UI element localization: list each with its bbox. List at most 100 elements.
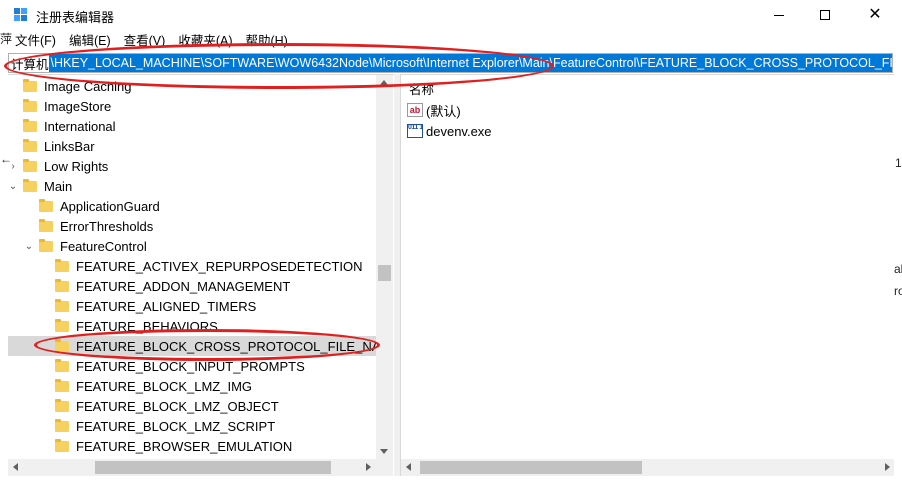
folder-icon xyxy=(55,298,69,312)
address-root-label: 计算机 xyxy=(11,57,49,72)
folder-icon xyxy=(39,238,53,252)
value-name: devenv.exe xyxy=(426,123,492,139)
folder-icon xyxy=(55,438,69,452)
folder-icon xyxy=(23,98,37,112)
tree-item[interactable]: FEATURE_ALIGNED_TIMERS xyxy=(8,296,376,316)
tree-item[interactable]: ErrorThresholds xyxy=(8,216,376,236)
folder-icon xyxy=(55,358,69,372)
tree-item[interactable]: FEATURE_BLOCK_LMZ_SCRIPT xyxy=(8,416,376,436)
scroll-right-icon[interactable] xyxy=(885,463,890,471)
folder-icon xyxy=(23,118,37,132)
key-tree: Image Caching ImageStore International L… xyxy=(8,75,376,459)
scroll-left-icon[interactable] xyxy=(13,463,18,471)
menu-edit[interactable]: 编辑(E) xyxy=(62,30,117,52)
title-bar: 注册表编辑器 ✕ xyxy=(0,0,902,30)
tree-item[interactable]: International xyxy=(8,116,376,136)
tree-item[interactable]: FEATURE_ACTIVEX_REPURPOSEDETECTION xyxy=(8,256,376,276)
column-header-name[interactable]: 名称 xyxy=(409,79,434,98)
maximize-button[interactable] xyxy=(802,0,848,30)
tree-item-label: FeatureControl xyxy=(60,238,147,254)
tree-item-label: International xyxy=(44,118,116,134)
tree-horizontal-scrollbar[interactable] xyxy=(8,459,376,476)
tree-item-label: Image Caching xyxy=(44,78,132,94)
values-horizontal-scrollbar[interactable] xyxy=(401,459,894,476)
tree-item-label: FEATURE_BLOCK_INPUT_PROMPTS xyxy=(76,358,305,374)
values-pane: 名称 ab (默认) 011 110 devenv.exe xyxy=(400,74,894,476)
folder-icon xyxy=(23,138,37,152)
scroll-thumb[interactable] xyxy=(420,461,642,474)
scroll-thumb[interactable] xyxy=(378,265,391,281)
folder-icon xyxy=(55,418,69,432)
folder-icon xyxy=(55,318,69,332)
tree-item[interactable]: ApplicationGuard xyxy=(8,196,376,216)
folder-icon xyxy=(23,178,37,192)
tree-item-label: LinksBar xyxy=(44,138,95,154)
chevron-down-icon[interactable]: ⌄ xyxy=(24,241,34,252)
tree-item-label: FEATURE_ALIGNED_TIMERS xyxy=(76,298,257,314)
tree-item[interactable]: › Low Rights xyxy=(8,156,376,176)
tree-item-label: FEATURE_BLOCK_LMZ_IMG xyxy=(76,378,253,394)
minimize-button[interactable] xyxy=(756,0,802,30)
folder-icon xyxy=(55,378,69,392)
background-edge-glyph: ← xyxy=(0,152,12,166)
tree-item-label: FEATURE_BLOCK_LMZ_SCRIPT xyxy=(76,418,276,434)
scroll-up-icon[interactable] xyxy=(380,80,388,85)
scroll-left-icon[interactable] xyxy=(406,463,411,471)
folder-icon xyxy=(23,158,37,172)
string-value-icon: ab xyxy=(407,103,423,117)
tree-item-label: FEATURE_BROWSER_EMULATION xyxy=(76,438,293,454)
tree-item[interactable]: FEATURE_BEHAVIORS xyxy=(8,316,376,336)
menu-file[interactable]: 文件(F) xyxy=(8,30,62,52)
tree-item[interactable]: FEATURE_BROWSER_EMULATION xyxy=(8,436,376,456)
tree-item[interactable]: ⌄ FeatureControl xyxy=(8,236,376,256)
tree-item[interactable]: FEATURE_BLOCK_LMZ_IMG xyxy=(8,376,376,396)
tree-item[interactable]: FEATURE_BLOCK_LMZ_OBJECT xyxy=(8,396,376,416)
binary-value-icon: 011 110 xyxy=(407,124,423,138)
address-bar[interactable]: 计算机 \HKEY_LOCAL_MACHINE\SOFTWARE\WOW6432… xyxy=(8,53,893,73)
folder-icon xyxy=(39,198,53,212)
folder-icon xyxy=(55,278,69,292)
folder-icon xyxy=(55,258,69,272)
tree-item-label: FEATURE_ADDON_MANAGEMENT xyxy=(76,278,291,294)
tree-item[interactable]: LinksBar xyxy=(8,136,376,156)
menu-bar: 文件(F) 编辑(E) 查看(V) 收藏夹(A) 帮助(H) xyxy=(0,30,902,52)
menu-favorites[interactable]: 收藏夹(A) xyxy=(171,30,238,52)
close-icon: ✕ xyxy=(868,6,882,23)
tree-item[interactable]: Image Caching xyxy=(8,76,376,96)
key-tree-pane: Image Caching ImageStore International L… xyxy=(8,74,394,476)
value-row[interactable]: ab (默认) xyxy=(407,100,461,120)
tree-item[interactable]: ⌄ Main xyxy=(8,176,376,196)
tree-vertical-scrollbar[interactable] xyxy=(376,75,393,459)
tree-item-selected[interactable]: FEATURE_BLOCK_CROSS_PROTOCOL_FILE_NAVIGA… xyxy=(8,336,376,356)
scroll-down-icon[interactable] xyxy=(380,449,388,454)
scroll-thumb[interactable] xyxy=(95,461,331,474)
minimize-icon xyxy=(774,14,784,16)
folder-icon xyxy=(39,218,53,232)
menu-help[interactable]: 帮助(H) xyxy=(238,30,293,52)
window-title: 注册表编辑器 xyxy=(36,10,115,25)
tree-item-label: FEATURE_BLOCK_CROSS_PROTOCOL_FILE_NAVIGA… xyxy=(76,338,376,354)
background-edge-text: al xyxy=(894,262,902,276)
tree-item-label: Main xyxy=(44,178,73,194)
chevron-down-icon[interactable]: ⌄ xyxy=(8,181,18,192)
regedit-app-icon xyxy=(14,8,28,22)
background-edge-text: 1 xyxy=(895,156,902,170)
folder-icon xyxy=(23,78,37,92)
value-name: (默认) xyxy=(426,103,461,119)
tree-item[interactable]: ImageStore xyxy=(8,96,376,116)
background-edge-char: 萍 xyxy=(0,32,13,46)
close-button[interactable]: ✕ xyxy=(848,0,902,30)
tree-item-label: ImageStore xyxy=(44,98,112,114)
tree-item-label: FEATURE_ACTIVEX_REPURPOSEDETECTION xyxy=(76,258,363,274)
tree-item[interactable]: FEATURE_BLOCK_INPUT_PROMPTS xyxy=(8,356,376,376)
tree-item-label: ErrorThresholds xyxy=(60,218,154,234)
folder-icon xyxy=(55,338,69,352)
address-path[interactable]: \HKEY_LOCAL_MACHINE\SOFTWARE\WOW6432Node… xyxy=(48,54,892,72)
value-row[interactable]: 011 110 devenv.exe xyxy=(407,121,492,141)
scroll-right-icon[interactable] xyxy=(366,463,371,471)
menu-view[interactable]: 查看(V) xyxy=(117,30,172,52)
tree-item-label: ApplicationGuard xyxy=(60,198,160,214)
tree-item-label: FEATURE_BLOCK_LMZ_OBJECT xyxy=(76,398,279,414)
scrollbar-corner xyxy=(376,459,393,476)
tree-item[interactable]: FEATURE_ADDON_MANAGEMENT xyxy=(8,276,376,296)
